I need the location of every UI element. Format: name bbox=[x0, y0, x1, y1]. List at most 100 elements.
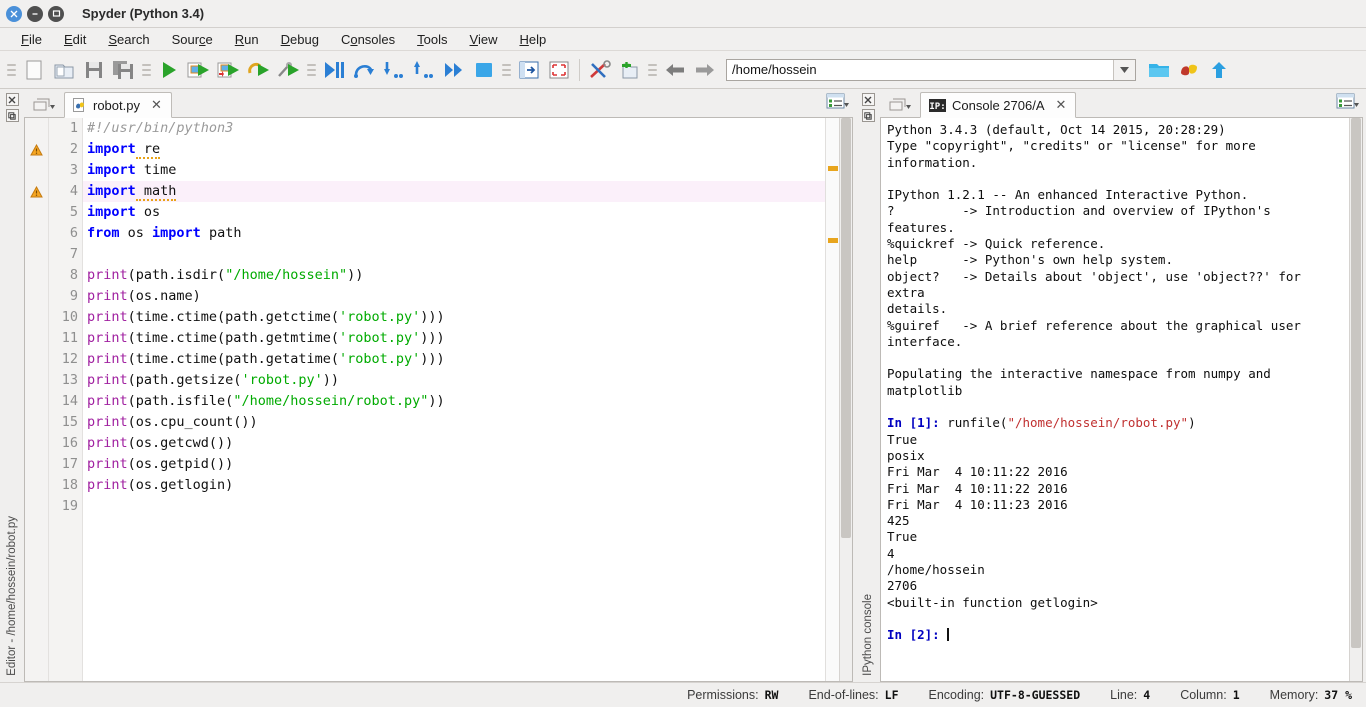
code-line[interactable]: print(os.name) bbox=[83, 286, 825, 307]
working-directory-input[interactable] bbox=[727, 59, 1113, 80]
open-file-icon[interactable] bbox=[49, 55, 79, 85]
forward-icon[interactable] bbox=[690, 55, 720, 85]
editor-warning-overview[interactable] bbox=[825, 118, 839, 681]
menu-run[interactable]: Run bbox=[224, 30, 270, 49]
code-line[interactable]: print(os.getlogin) bbox=[83, 475, 825, 496]
code-line[interactable]: print(time.ctime(path.getmtime('robot.py… bbox=[83, 328, 825, 349]
editor-tab-robot-py[interactable]: robot.py ✕ bbox=[64, 92, 172, 118]
warning-marker[interactable] bbox=[828, 238, 838, 243]
code-line[interactable]: print(time.ctime(path.getctime('robot.py… bbox=[83, 307, 825, 328]
menu-file[interactable]: File bbox=[10, 30, 53, 49]
warning-marker[interactable] bbox=[828, 166, 838, 171]
window-minimize-button[interactable] bbox=[27, 5, 43, 22]
close-icon[interactable]: ✕ bbox=[151, 97, 162, 113]
working-directory-combobox[interactable] bbox=[726, 58, 1136, 81]
code-token: import bbox=[87, 204, 136, 220]
toolbar-grip-2[interactable] bbox=[142, 59, 151, 81]
code-line[interactable]: #!/usr/bin/python3 bbox=[83, 118, 825, 139]
code-line[interactable]: print(os.cpu_count()) bbox=[83, 412, 825, 433]
code-token: print bbox=[87, 267, 128, 283]
debug-step-return-icon[interactable] bbox=[409, 55, 439, 85]
console-tab-list-icon[interactable] bbox=[884, 92, 920, 117]
debug-icon[interactable] bbox=[319, 55, 349, 85]
code-line[interactable]: print(path.isdir("/home/hossein")) bbox=[83, 265, 825, 286]
toolbar-grip-5[interactable] bbox=[648, 59, 657, 81]
debug-stop-icon[interactable] bbox=[469, 55, 499, 85]
configure-run-icon[interactable] bbox=[274, 55, 304, 85]
toolbar-grip-3[interactable] bbox=[307, 59, 316, 81]
menu-debug[interactable]: Debug bbox=[270, 30, 330, 49]
code-line[interactable]: print(time.ctime(path.getatime('robot.py… bbox=[83, 349, 825, 370]
preferences-icon[interactable] bbox=[585, 55, 615, 85]
code-line[interactable]: from os import path bbox=[83, 223, 825, 244]
editor-tab-list-icon[interactable] bbox=[28, 92, 64, 117]
options-list-icon[interactable] bbox=[1336, 93, 1360, 111]
maximize-pane-icon[interactable] bbox=[514, 55, 544, 85]
console-input-prompt-active[interactable]: In [2]: bbox=[887, 627, 947, 642]
title-bar: Spyder (Python 3.4) bbox=[0, 0, 1366, 28]
window-maximize-button[interactable] bbox=[48, 5, 64, 22]
code-line[interactable]: print(os.getpid()) bbox=[83, 454, 825, 475]
console-banner-line: details. bbox=[887, 301, 948, 317]
save-all-icon[interactable] bbox=[109, 55, 139, 85]
editor-vertical-scrollbar[interactable] bbox=[839, 118, 852, 681]
ipython-console-pane: IP: Console 2706/A ✕ Python 3.4.3 (defau… bbox=[880, 90, 1366, 682]
run-cell-icon[interactable] bbox=[184, 55, 214, 85]
code-token: print bbox=[87, 414, 128, 430]
back-icon[interactable] bbox=[660, 55, 690, 85]
chevron-down-icon[interactable] bbox=[1113, 59, 1135, 80]
code-line[interactable]: print(path.isfile("/home/hossein/robot.p… bbox=[83, 391, 825, 412]
menu-source[interactable]: Source bbox=[161, 30, 224, 49]
menu-search[interactable]: Search bbox=[97, 30, 160, 49]
code-line[interactable]: import time bbox=[83, 160, 825, 181]
parent-dir-icon[interactable] bbox=[1204, 55, 1234, 85]
menu-edit[interactable]: Edit bbox=[53, 30, 97, 49]
debug-step-into-icon[interactable] bbox=[379, 55, 409, 85]
toolbar-grip-4[interactable] bbox=[502, 59, 511, 81]
debug-step-over-icon[interactable] bbox=[349, 55, 379, 85]
code-token: time bbox=[135, 162, 177, 178]
console-tab-2706a[interactable]: IP: Console 2706/A ✕ bbox=[920, 92, 1077, 118]
gutter-row bbox=[25, 349, 48, 370]
menu-help[interactable]: Help bbox=[508, 30, 557, 49]
new-file-icon[interactable] bbox=[19, 55, 49, 85]
code-line[interactable]: import re bbox=[83, 139, 825, 160]
open-folder-icon[interactable] bbox=[1144, 55, 1174, 85]
close-pane-icon[interactable] bbox=[861, 93, 875, 106]
close-pane-icon[interactable] bbox=[5, 93, 19, 106]
code-line[interactable]: print(path.getsize('robot.py')) bbox=[83, 370, 825, 391]
undock-pane-icon[interactable] bbox=[861, 109, 875, 122]
console-output[interactable]: Python 3.4.3 (default, Oct 14 2015, 20:2… bbox=[881, 118, 1349, 681]
run-cell-advance-icon[interactable] bbox=[214, 55, 244, 85]
status-value: RW bbox=[764, 688, 779, 702]
menu-view[interactable]: View bbox=[459, 30, 509, 49]
code-line[interactable] bbox=[83, 244, 825, 265]
console-output-line: Fri Mar 4 10:11:22 2016 bbox=[887, 480, 1068, 496]
console-vertical-scrollbar[interactable] bbox=[1349, 118, 1362, 681]
code-line[interactable] bbox=[83, 496, 825, 517]
menu-tools[interactable]: Tools bbox=[406, 30, 458, 49]
fullscreen-icon[interactable] bbox=[544, 55, 574, 85]
run-selection-icon[interactable] bbox=[244, 55, 274, 85]
code-line[interactable]: import os bbox=[83, 202, 825, 223]
undock-pane-icon[interactable] bbox=[5, 109, 19, 122]
code-line[interactable]: print(os.getcwd()) bbox=[83, 433, 825, 454]
save-file-icon[interactable] bbox=[79, 55, 109, 85]
code-line[interactable]: import math bbox=[83, 181, 825, 202]
toolbar-grip[interactable] bbox=[7, 59, 16, 81]
code-token: (path.isfile( bbox=[127, 393, 234, 409]
pythonpath-manager-icon[interactable] bbox=[615, 55, 645, 85]
line-number: 12 bbox=[61, 351, 78, 367]
run-icon[interactable] bbox=[154, 55, 184, 85]
menu-consoles[interactable]: Consoles bbox=[330, 30, 406, 49]
editor-warning-gutter[interactable] bbox=[25, 118, 49, 681]
options-list-icon[interactable] bbox=[826, 93, 850, 111]
python-file-icon bbox=[73, 97, 87, 113]
status-item: Permissions: RW bbox=[687, 688, 778, 702]
code-token: )) bbox=[347, 267, 364, 283]
close-icon[interactable]: ✕ bbox=[1056, 97, 1067, 113]
debug-continue-icon[interactable] bbox=[439, 55, 469, 85]
editor-code-area[interactable]: #!/usr/bin/python3 import re import time im… bbox=[83, 118, 825, 681]
window-close-button[interactable] bbox=[6, 5, 22, 22]
python-file-icon[interactable] bbox=[1174, 55, 1204, 85]
